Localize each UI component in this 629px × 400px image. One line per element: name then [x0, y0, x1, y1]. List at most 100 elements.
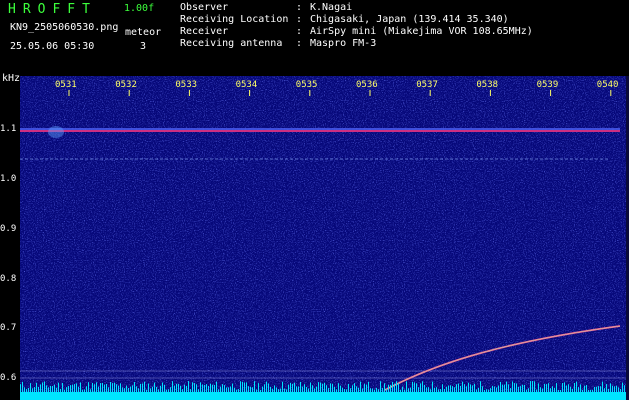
baseline-spike — [296, 386, 297, 392]
baseline-spike — [524, 384, 525, 392]
baseline-spike — [270, 386, 271, 392]
baseline-spike — [572, 388, 573, 392]
baseline-spike — [422, 381, 423, 392]
baseline-spike — [286, 389, 287, 392]
file-name: KN9_2505060530.png — [10, 22, 119, 33]
baseline-spike — [462, 381, 463, 392]
baseline-spike — [374, 389, 375, 392]
baseline-spike — [222, 384, 223, 392]
baseline-spike — [180, 385, 181, 392]
baseline-spike — [276, 387, 277, 392]
baseline-spike — [64, 389, 65, 392]
app-logo: HROFFT — [8, 2, 97, 17]
baseline-spike — [590, 389, 591, 392]
baseline-spike — [72, 384, 73, 392]
baseline-spike — [406, 381, 407, 392]
baseline-spike — [130, 386, 131, 392]
info-key: Receiving antenna — [180, 38, 283, 49]
baseline-spike — [378, 389, 379, 392]
baseline-spike — [182, 389, 183, 392]
baseline-spike — [62, 382, 63, 392]
baseline-spike — [154, 382, 155, 392]
y-tick-label: 0.6 — [0, 373, 17, 383]
baseline-spike — [512, 381, 513, 392]
baseline-spike — [354, 383, 355, 392]
baseline-spike — [430, 389, 431, 392]
baseline-spike — [118, 385, 119, 392]
baseline-spike — [520, 386, 521, 392]
baseline-spike — [544, 384, 545, 392]
baseline-spike — [128, 388, 129, 392]
baseline-spike — [214, 384, 215, 392]
baseline-spike — [132, 385, 133, 392]
baseline-spike — [408, 388, 409, 392]
baseline-spike — [226, 387, 227, 392]
baseline-spike — [352, 385, 353, 392]
baseline-spike — [44, 381, 45, 392]
baseline-spike — [390, 384, 391, 392]
baseline-spike — [278, 389, 279, 392]
baseline-spike — [186, 385, 187, 392]
baseline-spike — [536, 389, 537, 392]
baseline-spike — [82, 389, 83, 392]
baseline-spike — [336, 389, 337, 392]
baseline-spike — [314, 388, 315, 392]
x-tick-label: 0537 — [416, 80, 438, 90]
baseline-spike — [322, 383, 323, 392]
baseline-spike — [488, 389, 489, 392]
baseline-spike — [334, 386, 335, 392]
baseline-spike — [60, 388, 61, 392]
x-tick-label: 0535 — [295, 80, 318, 90]
baseline-spike — [86, 386, 87, 392]
app-version: 1.00f — [124, 3, 155, 14]
baseline-spike — [574, 382, 575, 392]
baseline-spike — [494, 386, 495, 392]
baseline-spike — [348, 383, 349, 392]
baseline-spike — [176, 383, 177, 392]
baseline-spike — [74, 384, 75, 392]
baseline-spike — [206, 384, 207, 392]
info-value: Maspro FM-3 — [310, 38, 377, 49]
baseline-spike — [620, 389, 621, 392]
baseline-spike — [168, 389, 169, 392]
baseline-spike — [98, 386, 99, 392]
y-tick-label: 1.0 — [0, 174, 17, 184]
baseline-spike — [350, 388, 351, 392]
baseline-spike — [246, 382, 247, 392]
baseline-spike — [126, 385, 127, 392]
baseline-spike — [548, 383, 549, 392]
baseline-spike — [492, 385, 493, 392]
baseline-spike — [432, 381, 433, 392]
baseline-spike — [586, 385, 587, 392]
info-colon: : — [296, 26, 303, 37]
baseline-spike — [188, 381, 189, 392]
info-colon: : — [296, 14, 303, 25]
baseline-spike — [570, 386, 571, 392]
baseline-spike — [518, 386, 519, 392]
baseline-spike — [428, 387, 429, 392]
baseline-spike — [46, 385, 47, 392]
baseline-spike — [328, 388, 329, 392]
baseline-spike — [196, 384, 197, 392]
baseline-spike — [42, 382, 43, 392]
y-tick-label: 0.9 — [0, 224, 17, 234]
baseline-spike — [404, 389, 405, 392]
baseline-spike — [250, 386, 251, 392]
baseline-spike — [36, 382, 37, 392]
baseline-spike — [330, 383, 331, 392]
baseline-spike — [580, 384, 581, 392]
baseline-spike — [526, 389, 527, 392]
y-tick-label: 0.7 — [0, 323, 17, 333]
baseline-spike — [510, 388, 511, 392]
info-value: Chigasaki, Japan (139.414 35.340) — [310, 14, 509, 25]
baseline-spike — [174, 385, 175, 392]
baseline-spike — [452, 386, 453, 392]
baseline-spike — [320, 382, 321, 392]
baseline-spike — [216, 381, 217, 392]
baseline-spike — [212, 384, 213, 392]
baseline-spike — [458, 383, 459, 392]
baseline-spike — [282, 381, 283, 392]
baseline-spike — [66, 387, 67, 392]
station-info: Observer: K.Nagai Receiving Location: Chig… — [180, 2, 533, 50]
baseline-spike — [178, 383, 179, 392]
